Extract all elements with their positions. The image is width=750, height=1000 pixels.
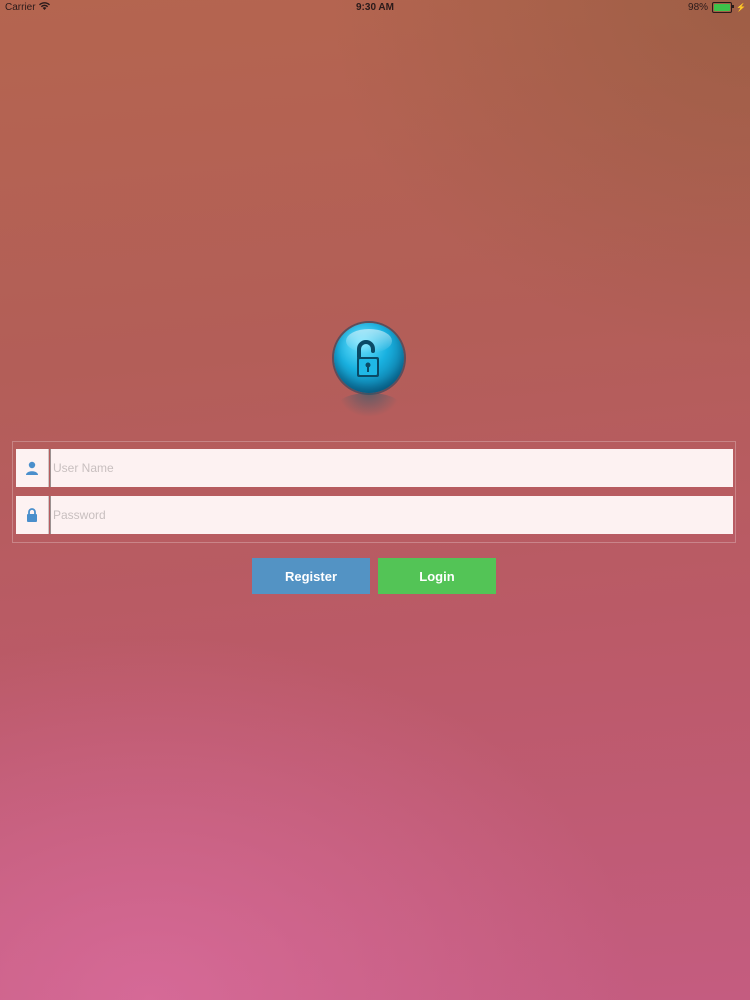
status-right: 98% ⚡ — [688, 2, 746, 13]
logo-reflection — [338, 393, 400, 417]
register-button[interactable]: Register — [252, 558, 370, 594]
status-bar: Carrier 9:30 AM 98% ⚡ — [0, 0, 750, 16]
battery-icon — [712, 2, 735, 13]
charging-icon: ⚡ — [736, 3, 746, 12]
username-field-group — [16, 449, 733, 487]
battery-percent: 98% — [688, 2, 709, 13]
user-icon — [16, 449, 49, 487]
lock-icon — [16, 496, 49, 534]
status-time: 9:30 AM — [356, 2, 394, 13]
username-input[interactable] — [50, 449, 733, 487]
password-input[interactable] — [50, 496, 733, 534]
battery-fill — [714, 4, 730, 11]
unlocked-padlock-icon — [334, 323, 404, 393]
login-button[interactable]: Login — [378, 558, 496, 594]
password-field-group — [16, 496, 733, 534]
